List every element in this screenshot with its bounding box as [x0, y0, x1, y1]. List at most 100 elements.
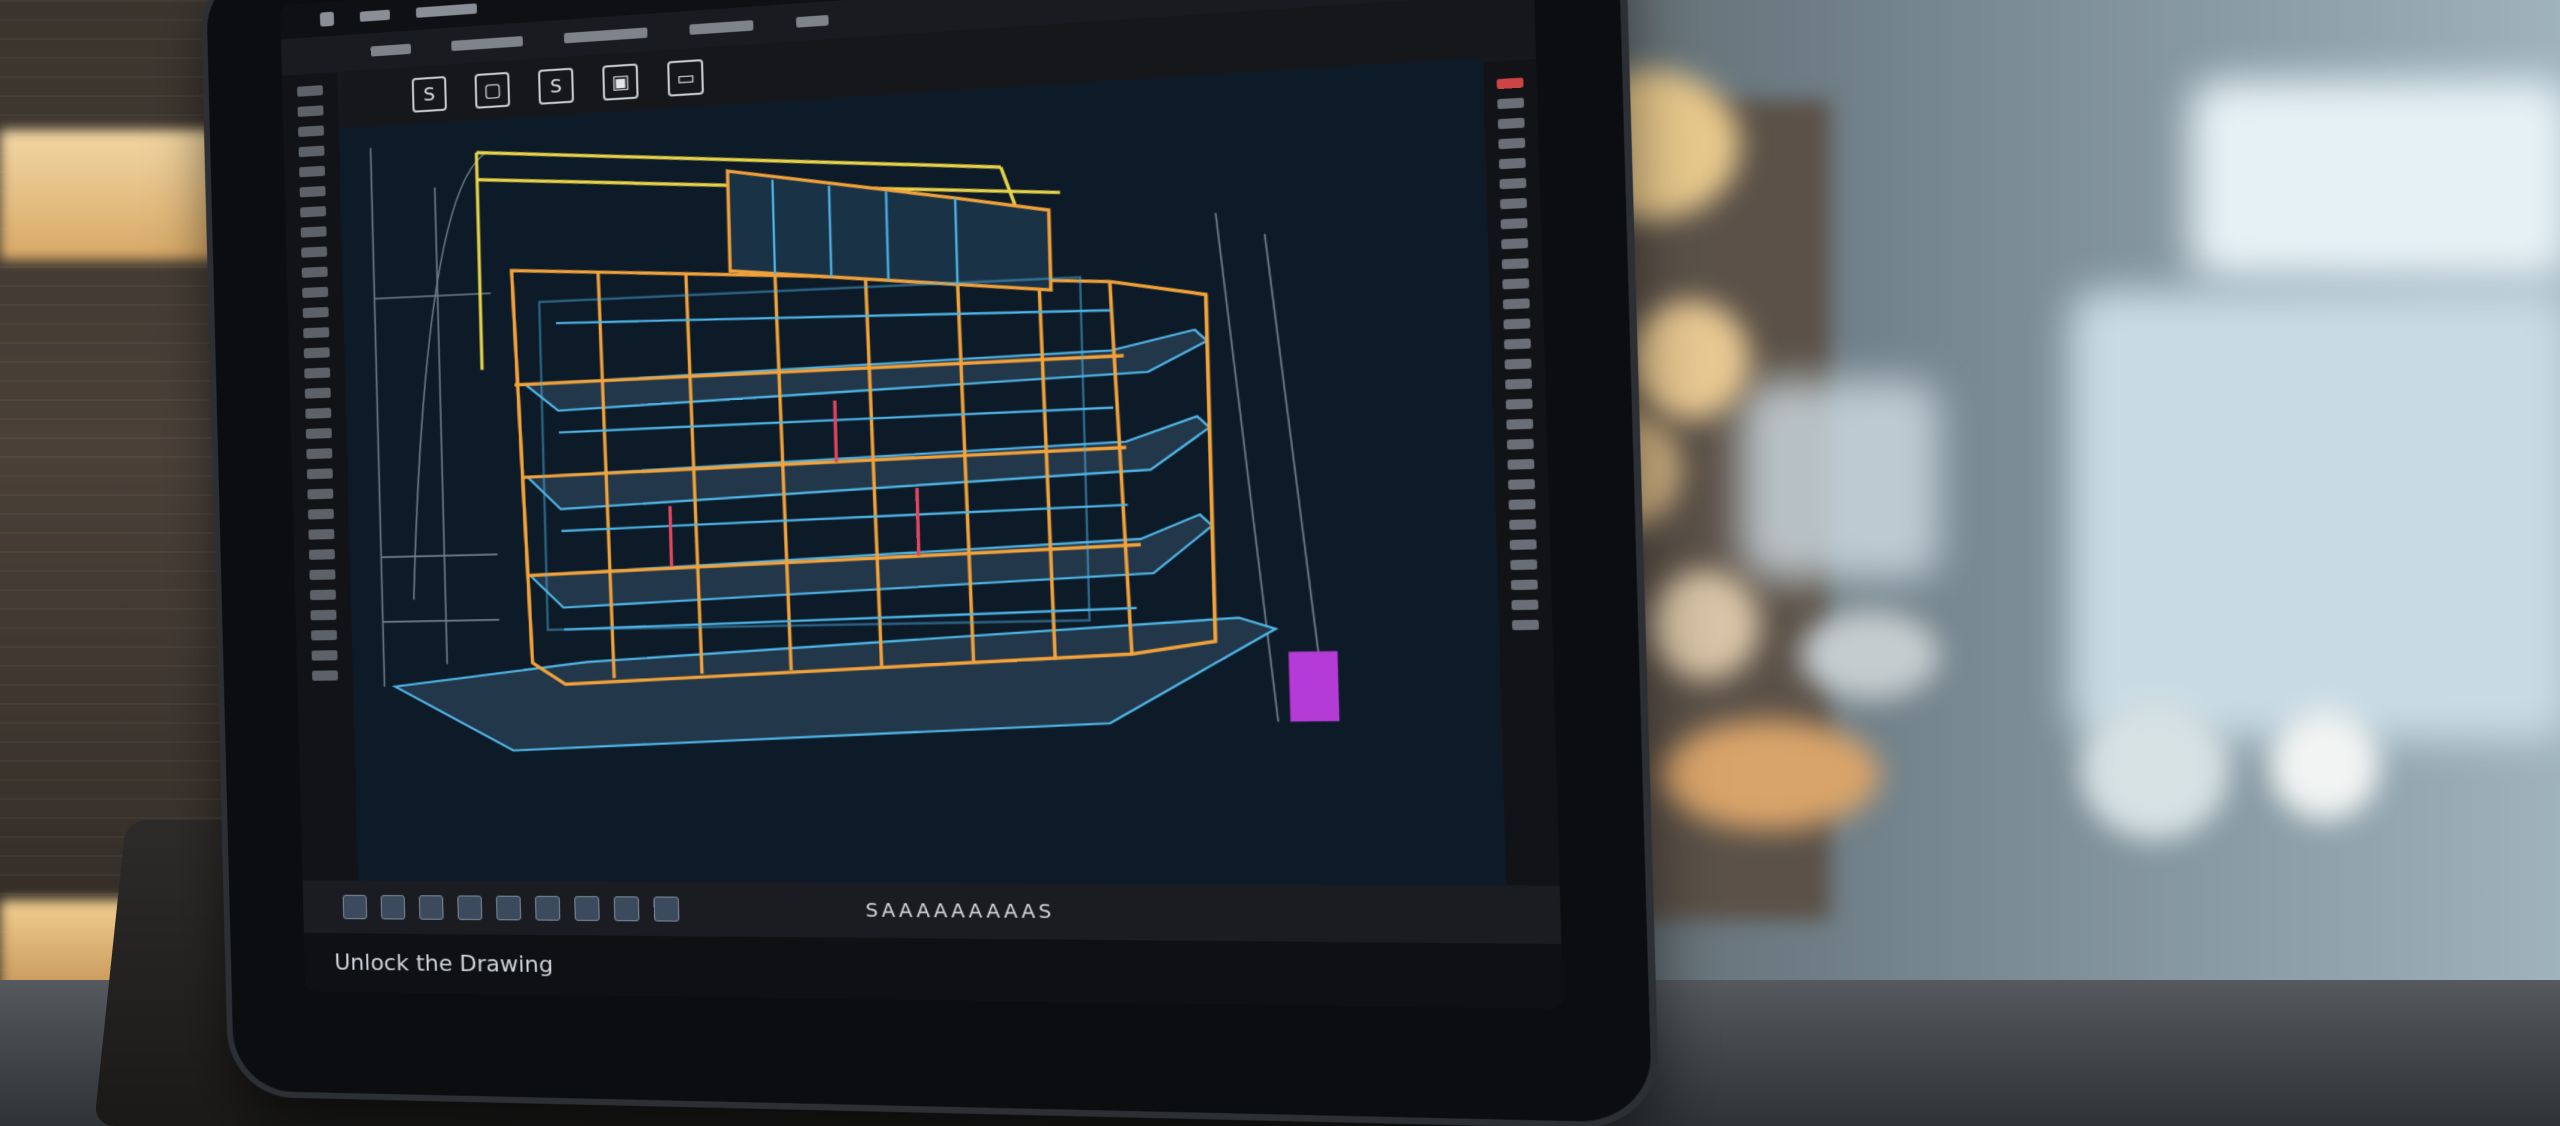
tool-icon[interactable] — [299, 166, 325, 178]
tool-button[interactable] — [496, 896, 521, 921]
status-text: SAAAAAAAAAS — [865, 899, 1055, 923]
tool-icon[interactable] — [309, 569, 335, 580]
tool-icon[interactable] — [307, 468, 333, 479]
tool-icon[interactable] — [1511, 600, 1538, 611]
titlebar-dot — [416, 3, 477, 18]
bokeh-light-8 — [2270, 710, 2380, 820]
tool-icon[interactable] — [300, 186, 326, 198]
tool-icon[interactable] — [310, 590, 336, 601]
tool-button[interactable] — [574, 896, 600, 921]
tool-icon[interactable] — [302, 267, 328, 278]
menu-item[interactable] — [689, 20, 753, 35]
menu-item[interactable] — [371, 44, 411, 57]
wall-stripe — [0, 418, 240, 420]
tool-icon[interactable] — [1499, 178, 1526, 189]
tool-icon[interactable] — [304, 367, 330, 378]
wall-stripe — [0, 646, 240, 648]
tool-icon[interactable] — [1497, 98, 1524, 110]
tool-icon[interactable] — [303, 327, 329, 338]
tool-icon[interactable] — [1498, 138, 1525, 149]
tool-icon[interactable] — [304, 347, 330, 358]
bokeh-light-5 — [1650, 570, 1760, 680]
tool-icon[interactable] — [1507, 439, 1534, 450]
selection-marker — [1289, 651, 1340, 722]
menu-item[interactable] — [564, 27, 648, 43]
tool-icon[interactable] — [306, 428, 332, 439]
wall-stripe — [0, 627, 240, 629]
tool-icon[interactable] — [303, 307, 329, 318]
tool-icon[interactable] — [1507, 459, 1534, 470]
tool-icon[interactable] — [1502, 278, 1529, 289]
wall-stripe — [0, 437, 240, 439]
tool-icon[interactable] — [1506, 419, 1533, 430]
tool-icon[interactable] — [306, 448, 332, 459]
wall-stripe — [0, 513, 240, 515]
tool-icon[interactable] — [299, 146, 325, 158]
wall-stripe — [0, 342, 240, 344]
tool-icon[interactable] — [308, 509, 334, 520]
tool-icon[interactable] — [1510, 539, 1537, 550]
cad-3d-viewport[interactable] — [339, 58, 1506, 886]
tool-icon[interactable] — [1509, 499, 1536, 510]
tool-icon[interactable] — [1501, 218, 1528, 229]
tool-icon[interactable] — [1508, 479, 1535, 490]
tool-button[interactable] — [419, 895, 444, 920]
ribbon-tool-button[interactable]: ▢ — [474, 72, 510, 109]
tool-icon[interactable] — [301, 246, 327, 257]
tool-icon[interactable] — [1503, 298, 1530, 309]
tool-button[interactable] — [343, 895, 368, 919]
tool-button[interactable] — [535, 896, 560, 921]
menu-item[interactable] — [796, 15, 829, 28]
tool-button[interactable] — [381, 895, 406, 920]
tool-icon[interactable] — [309, 549, 335, 560]
tool-icon[interactable] — [305, 388, 331, 399]
ribbon-tool-button[interactable]: ▣ — [602, 63, 638, 100]
tool-icon[interactable] — [310, 610, 336, 621]
tool-icon[interactable] — [312, 650, 338, 660]
tool-icon[interactable] — [297, 85, 323, 97]
wall-stripe — [0, 665, 240, 667]
tool-icon[interactable] — [1502, 258, 1529, 269]
tool-icon[interactable] — [1505, 379, 1532, 390]
menu-item[interactable] — [451, 36, 523, 51]
wall-stripe — [0, 570, 240, 572]
tool-icon[interactable] — [1499, 158, 1526, 169]
tool-icon[interactable] — [298, 105, 324, 117]
tool-icon[interactable] — [1501, 238, 1528, 249]
tool-icon[interactable] — [1497, 78, 1524, 90]
wall-stripe — [0, 684, 240, 686]
tool-icon[interactable] — [307, 489, 333, 500]
tool-icon[interactable] — [1511, 580, 1538, 591]
tool-button[interactable] — [614, 896, 640, 921]
ribbon-tool-button[interactable]: ▭ — [667, 59, 704, 97]
tool-icon[interactable] — [311, 630, 337, 641]
tool-icon[interactable] — [298, 125, 324, 137]
wall-stripe — [0, 95, 240, 97]
wall-stripe — [0, 399, 240, 401]
building-wireframe — [339, 58, 1506, 886]
tool-icon[interactable] — [302, 287, 328, 298]
tool-button[interactable] — [457, 895, 482, 920]
ribbon-tool-button[interactable]: S — [538, 68, 574, 105]
wall-stripe — [0, 703, 240, 705]
tool-icon[interactable] — [1500, 198, 1527, 209]
tool-icon[interactable] — [300, 206, 326, 217]
tool-icon[interactable] — [305, 408, 331, 419]
tool-icon[interactable] — [1503, 318, 1530, 329]
tool-icon[interactable] — [1504, 338, 1531, 349]
wall-stripe — [0, 323, 240, 325]
tool-icon[interactable] — [1505, 359, 1532, 370]
tool-icon[interactable] — [1509, 519, 1536, 530]
tool-button[interactable] — [653, 896, 679, 921]
tool-icon[interactable] — [1510, 559, 1537, 570]
tool-icon[interactable] — [1498, 118, 1525, 130]
wall-stripe — [0, 494, 240, 496]
tool-icon[interactable] — [312, 670, 338, 680]
tool-icon[interactable] — [1506, 399, 1533, 410]
tool-icon[interactable] — [1512, 620, 1539, 630]
bokeh-light-9 — [2080, 700, 2230, 840]
tool-icon[interactable] — [301, 226, 327, 237]
tool-icon[interactable] — [308, 529, 334, 540]
left-light-strip-top — [0, 130, 230, 260]
ribbon-tool-button[interactable]: S — [412, 76, 447, 113]
